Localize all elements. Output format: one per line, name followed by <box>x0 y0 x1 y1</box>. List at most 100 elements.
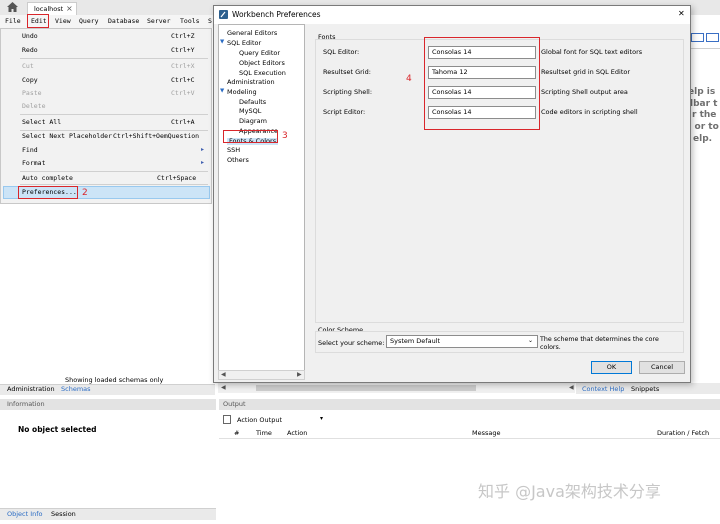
menu-separator <box>20 171 208 172</box>
tab-schemas[interactable]: Schemas <box>61 386 91 393</box>
tree-item[interactable]: General Editors <box>227 30 277 37</box>
tree-item[interactable]: MySQL <box>239 108 261 115</box>
right-toolbar-button[interactable] <box>706 33 719 42</box>
close-tab-icon[interactable]: × <box>66 5 73 13</box>
annotation-box-fonts <box>424 37 540 130</box>
menu-item-shortcut: Ctrl+A <box>171 118 195 126</box>
help-text-line: elp. <box>693 134 713 144</box>
font-description: Global font for SQL text editors <box>541 48 643 56</box>
menu-server[interactable]: Server <box>147 18 170 25</box>
help-text-line: lbar t <box>690 99 718 109</box>
annotation-box-edit <box>27 14 49 28</box>
close-icon[interactable]: ✕ <box>678 10 685 18</box>
output-select[interactable]: Action Output <box>237 417 282 424</box>
font-label: Resultset Grid: <box>323 68 371 76</box>
cancel-button[interactable]: Cancel <box>639 361 685 374</box>
home-icon[interactable] <box>7 2 18 12</box>
menu-tools[interactable]: Tools <box>180 18 200 25</box>
column-action: Action <box>287 429 308 437</box>
right-panel <box>686 28 720 383</box>
tree-item[interactable]: SSH <box>227 147 240 154</box>
menu-view[interactable]: View <box>55 18 71 25</box>
menu-item-shortcut: Ctrl+C <box>171 76 195 84</box>
tree-item[interactable]: SQL Editor <box>227 40 261 47</box>
tree-item[interactable]: Diagram <box>239 118 267 125</box>
scroll-left-icon[interactable]: ◀ <box>569 385 574 391</box>
menu-separator <box>20 114 208 115</box>
scroll-thumb[interactable] <box>256 385 476 391</box>
scheme-select-value: System Default <box>390 337 441 345</box>
tab-session[interactable]: Session <box>51 511 76 518</box>
menu-item-label: Undo <box>22 32 38 40</box>
tree-item[interactable]: Others <box>227 157 249 164</box>
expand-arrow-icon[interactable]: ▼ <box>220 39 224 46</box>
help-text-line: elp is <box>688 87 716 97</box>
menu-item-shortcut: Ctrl+Shift+OemQuestion <box>113 132 200 140</box>
column-duration: Duration / Fetch <box>657 429 710 437</box>
menu-separator <box>20 184 208 185</box>
menu-item-label: Cut <box>22 62 34 70</box>
no-object-selected: No object selected <box>18 425 97 434</box>
tab-object-info[interactable]: Object Info <box>7 511 43 518</box>
dialog-title: Workbench Preferences <box>232 10 321 19</box>
menu-database[interactable]: Database <box>108 18 139 25</box>
annotation-box-fonts-colors <box>223 130 278 143</box>
tab-context-help[interactable]: Context Help <box>582 386 624 393</box>
menu-item-label: Copy <box>22 76 38 84</box>
scheme-description: The scheme that determines the core colo… <box>540 336 659 351</box>
annotation-label-2: 2 <box>82 188 88 198</box>
menu-item-label: Paste <box>22 89 42 97</box>
tree-item[interactable]: Object Editors <box>239 60 285 67</box>
menu-item-shortcut: Ctrl+V <box>171 89 195 97</box>
tree-item[interactable]: Administration <box>227 79 275 86</box>
menu-item-label: Select Next Placeholder <box>22 132 113 140</box>
watermark: 知乎 @Java架构技术分享 <box>478 482 661 501</box>
font-description: Resultset grid in SQL Editor <box>541 68 631 76</box>
menu-query[interactable]: Query <box>79 18 99 25</box>
information-title: Information <box>7 400 45 408</box>
menu-file[interactable]: File <box>5 18 21 25</box>
scroll-left-icon[interactable]: ◀ <box>221 385 226 391</box>
menu-item-label: Auto complete <box>22 174 73 182</box>
font-label: SQL Editor: <box>323 48 360 56</box>
right-toolbar-button[interactable] <box>691 33 704 42</box>
right-divider <box>686 48 720 49</box>
tree-item[interactable]: Query Editor <box>239 50 280 57</box>
scheme-label: Select your scheme: <box>318 339 385 347</box>
font-description: Code editors in scripting shell <box>541 108 638 116</box>
menu-item-shortcut: Ctrl+X <box>171 62 195 70</box>
output-header <box>219 399 720 410</box>
menu-item-label: Find <box>22 146 38 154</box>
tree-item[interactable]: SQL Execution <box>239 70 286 77</box>
tree-item[interactable]: Modeling <box>227 89 257 96</box>
column-message: Message <box>472 429 501 437</box>
tab-administration[interactable]: Administration <box>7 386 55 393</box>
menu-separator <box>20 58 208 59</box>
menu-scripting[interactable]: S <box>208 18 212 25</box>
submenu-arrow-icon: ▸ <box>201 146 205 153</box>
output-copy-icon[interactable] <box>223 415 231 424</box>
chevron-down-icon[interactable]: ▾ <box>320 416 323 422</box>
menu-item-label: Format <box>22 159 46 167</box>
scheme-select[interactable]: System Default <box>386 335 538 348</box>
annotation-label-3: 3 <box>282 131 288 141</box>
tree-item[interactable]: Defaults <box>239 99 266 106</box>
column-number: # <box>234 429 240 437</box>
menu-item-label: Delete <box>22 102 46 110</box>
menu-item-shortcut: Ctrl+Y <box>171 46 195 54</box>
chevron-down-icon[interactable]: ⌄ <box>528 338 533 344</box>
tab-snippets[interactable]: Snippets <box>631 386 659 393</box>
scroll-right-icon[interactable]: ▶ <box>297 372 302 378</box>
workbench-app-icon <box>219 10 228 19</box>
expand-arrow-icon[interactable]: ▼ <box>220 88 224 95</box>
annotation-label-4: 4 <box>406 74 412 84</box>
output-title: Output <box>223 400 246 408</box>
tree-hscroll[interactable]: ◀ ▶ <box>218 370 305 380</box>
menu-item-label: Redo <box>22 46 38 54</box>
menu-item-shortcut: Ctrl+Z <box>171 32 195 40</box>
scroll-left-icon[interactable]: ◀ <box>221 372 226 378</box>
font-label: Script Editor: <box>323 108 366 116</box>
submenu-arrow-icon: ▸ <box>201 159 205 166</box>
ok-button[interactable]: OK <box>591 361 632 374</box>
editor-hscroll[interactable]: ◀ <box>218 383 575 393</box>
